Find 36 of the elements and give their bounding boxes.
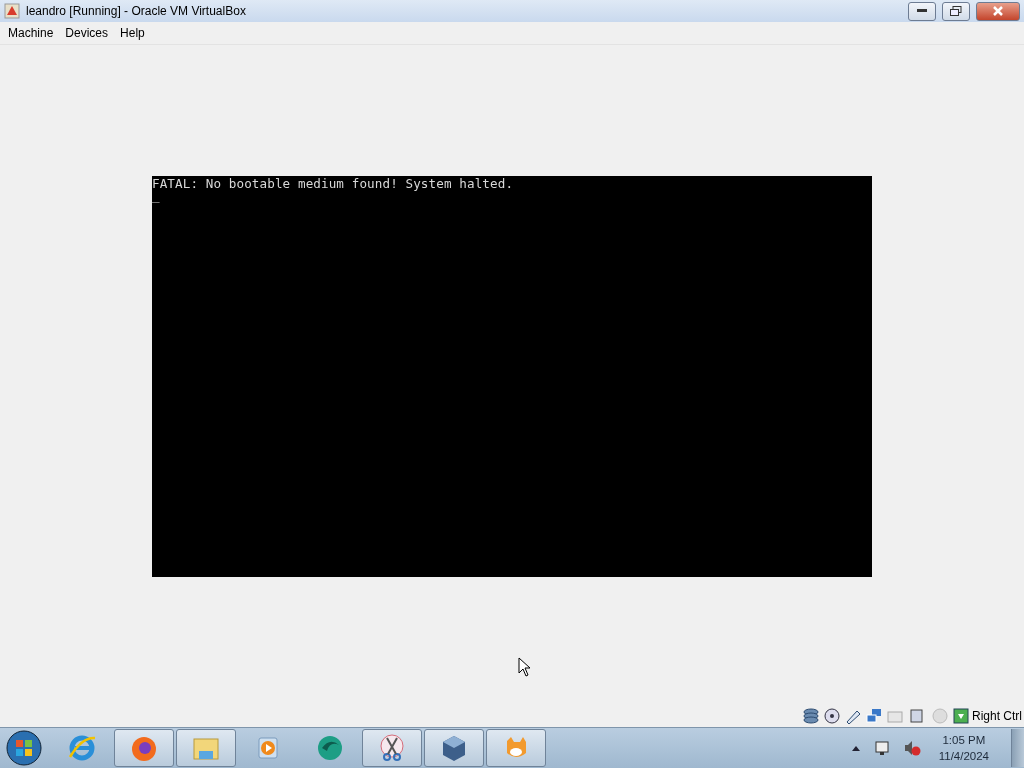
menu-item[interactable]: Help <box>114 26 151 40</box>
usb-pen-icon[interactable] <box>844 708 862 724</box>
menu-item[interactable]: Machine <box>2 26 60 40</box>
close-icon <box>993 6 1003 16</box>
start-button[interactable] <box>6 730 42 766</box>
taskbar-button[interactable] <box>114 729 174 767</box>
close-button[interactable] <box>976 1 1020 21</box>
restore-button[interactable] <box>942 1 970 21</box>
app-icon <box>4 3 20 19</box>
taskbar-button[interactable] <box>362 729 422 767</box>
minimize-button[interactable] <box>908 1 936 21</box>
optical-disc-icon[interactable] <box>823 708 841 724</box>
taskbar-button[interactable] <box>176 729 236 767</box>
vm-screen[interactable]: FATAL: No bootable medium found! System halted. _ <box>152 176 872 577</box>
scissors-icon <box>377 733 407 763</box>
speaker-muted-icon[interactable] <box>902 739 921 757</box>
minimize-icon <box>917 9 927 13</box>
taskbar-button[interactable] <box>486 729 546 767</box>
swirl-icon <box>315 733 345 763</box>
window-title: leandro [Running] - Oracle VM VirtualBox <box>26 4 247 18</box>
mouse-pointer-icon <box>518 657 532 677</box>
restore-icon <box>950 6 962 16</box>
clock[interactable]: 1:05 PM 11/4/2024 <box>938 734 989 762</box>
clock-date: 11/4/2024 <box>938 750 989 762</box>
show-hidden-icons-icon[interactable] <box>850 744 861 752</box>
disk-icon[interactable] <box>802 708 820 724</box>
network-icon[interactable] <box>872 739 891 757</box>
host-key-label: Right Ctrl <box>972 709 1022 723</box>
clock-time: 1:05 PM <box>942 734 986 746</box>
browser-e-icon <box>67 733 97 763</box>
text-cursor: _ <box>152 191 160 201</box>
host-key-icon[interactable] <box>953 708 969 724</box>
taskbar-button[interactable] <box>424 729 484 767</box>
menu-item[interactable]: Devices <box>59 26 115 40</box>
console-text: FATAL: No bootable medium found! System halted. <box>152 177 515 191</box>
chip-icon[interactable] <box>907 708 925 724</box>
